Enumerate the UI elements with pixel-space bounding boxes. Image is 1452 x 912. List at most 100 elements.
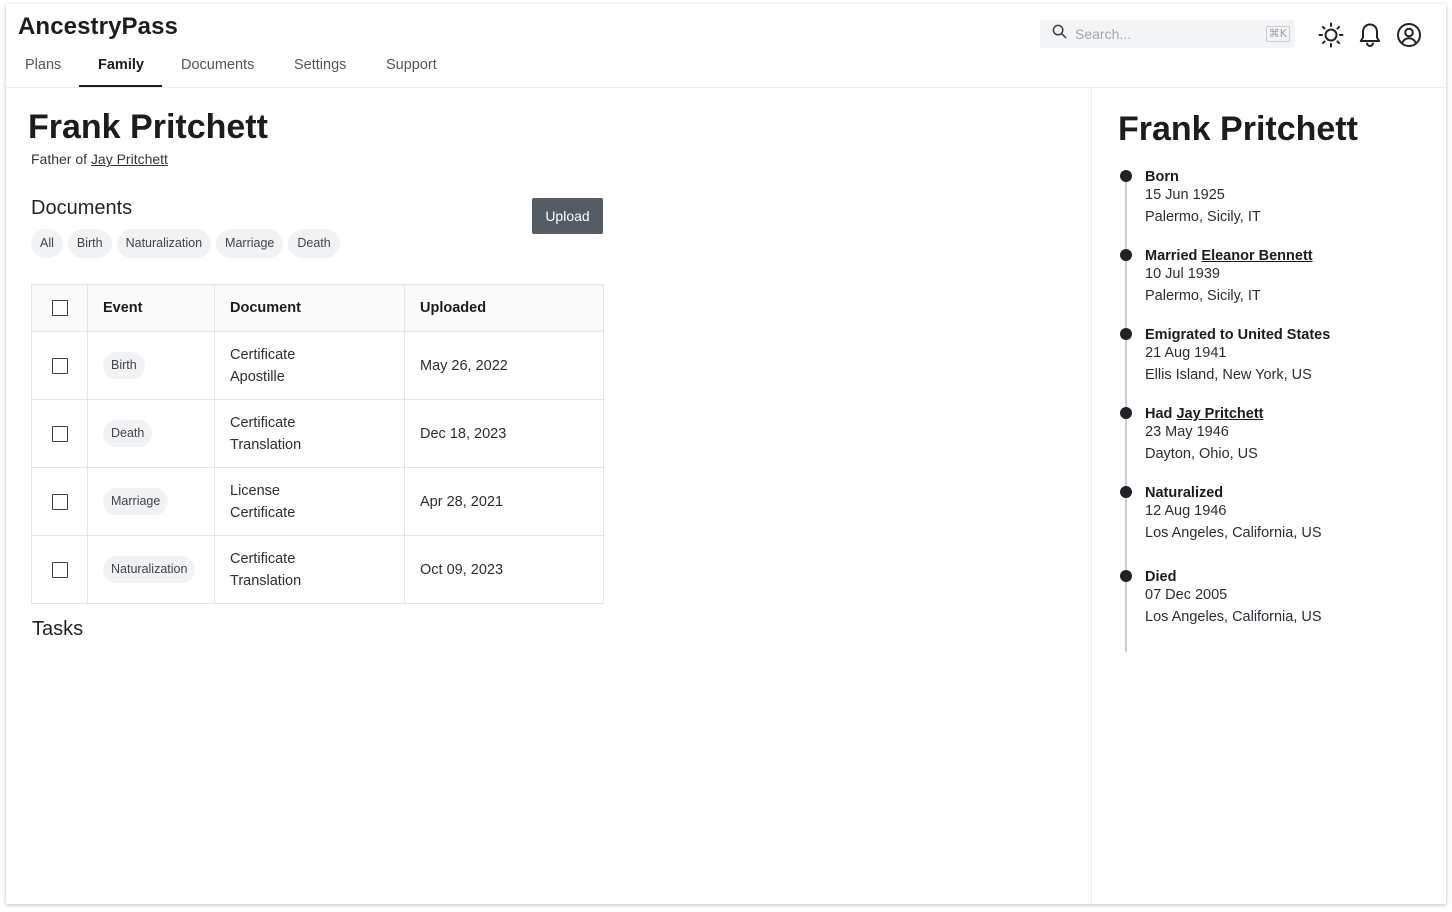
document-type[interactable]: License bbox=[230, 480, 404, 502]
event-date: 10 Jul 1939 bbox=[1145, 266, 1220, 282]
timeline-dot bbox=[1120, 249, 1132, 261]
tab-family[interactable]: Family bbox=[79, 54, 162, 88]
event-cell: Naturalization bbox=[87, 535, 215, 604]
document-type[interactable]: Certificate bbox=[230, 344, 404, 366]
event-badge: Naturalization bbox=[103, 556, 196, 583]
table-row[interactable]: Naturalization Certificate Translation Oc… bbox=[31, 535, 604, 604]
event-place: Dayton, Ohio, US bbox=[1145, 446, 1258, 462]
table-row[interactable]: Death Certificate Translation Dec 18, 202… bbox=[31, 399, 604, 468]
document-cell: Certificate Translation bbox=[214, 399, 405, 468]
tab-plans[interactable]: Plans bbox=[25, 54, 61, 88]
uploaded-date: Oct 09, 2023 bbox=[404, 535, 604, 604]
child-link[interactable]: Jay Pritchett bbox=[1176, 406, 1263, 422]
row-select-cell bbox=[31, 535, 88, 604]
event-badge: Marriage bbox=[103, 488, 169, 515]
event-title: Naturalized bbox=[1145, 485, 1224, 501]
bell-icon[interactable] bbox=[1356, 21, 1384, 49]
event-place: Palermo, Sicily, IT bbox=[1145, 209, 1261, 225]
column-header-document[interactable]: Document bbox=[214, 284, 405, 332]
event-date: 07 Dec 2005 bbox=[1145, 587, 1228, 603]
document-type[interactable]: Translation bbox=[230, 570, 404, 592]
row-checkbox[interactable] bbox=[51, 357, 68, 374]
event-title: Married bbox=[1145, 248, 1198, 264]
select-all-cell bbox=[31, 284, 88, 332]
tab-support[interactable]: Support bbox=[386, 54, 442, 88]
uploaded-date: Dec 18, 2023 bbox=[404, 399, 604, 468]
user-circle-icon[interactable] bbox=[1395, 21, 1423, 49]
table-row[interactable]: Marriage License Certificate Apr 28, 2021 bbox=[31, 467, 604, 536]
row-select-cell bbox=[31, 467, 88, 536]
document-cell: Certificate Apostille bbox=[214, 331, 405, 400]
event-date: 15 Jun 1925 bbox=[1145, 187, 1225, 203]
timeline-dot bbox=[1120, 407, 1132, 419]
document-type[interactable]: Certificate bbox=[230, 412, 404, 434]
row-select-cell bbox=[31, 331, 88, 400]
column-header-event[interactable]: Event bbox=[87, 284, 215, 332]
filter-chip-marriage[interactable]: Marriage bbox=[216, 229, 284, 258]
event-date: 23 May 1946 bbox=[1145, 424, 1229, 440]
filter-chip-birth[interactable]: Birth bbox=[67, 229, 112, 258]
document-type[interactable]: Apostille bbox=[230, 366, 404, 388]
event-place: Los Angeles, California, US bbox=[1145, 609, 1322, 625]
upload-button[interactable]: Upload bbox=[532, 198, 603, 234]
header-divider bbox=[6, 87, 1446, 88]
event-title: Had bbox=[1145, 406, 1173, 422]
document-type[interactable]: Certificate bbox=[230, 502, 404, 524]
filter-chip-all[interactable]: All bbox=[31, 229, 63, 258]
event-cell: Marriage bbox=[87, 467, 215, 536]
row-checkbox[interactable] bbox=[51, 493, 68, 510]
event-title: Died bbox=[1145, 569, 1177, 585]
relation-text: Father of Jay Pritchett bbox=[31, 151, 168, 167]
event-place: Ellis Island, New York, US bbox=[1145, 367, 1312, 383]
filter-chip-death[interactable]: Death bbox=[288, 229, 340, 258]
event-title: Emigrated to United States bbox=[1145, 327, 1331, 343]
document-cell: License Certificate bbox=[214, 467, 405, 536]
timeline-dot bbox=[1120, 486, 1132, 498]
column-header-uploaded[interactable]: Uploaded bbox=[404, 284, 604, 332]
event-place: Palermo, Sicily, IT bbox=[1145, 288, 1261, 304]
row-select-cell bbox=[31, 399, 88, 468]
search-shortcut: ⌘K bbox=[1265, 26, 1290, 42]
document-cell: Certificate Translation bbox=[214, 535, 405, 604]
table-row[interactable]: Birth Certificate Apostille May 26, 2022 bbox=[31, 331, 604, 400]
event-date: 21 Aug 1941 bbox=[1145, 345, 1227, 361]
document-type[interactable]: Translation bbox=[230, 434, 404, 456]
filter-chip-naturalization[interactable]: Naturalization bbox=[116, 229, 212, 258]
timeline-person-name: Frank Pritchett bbox=[1118, 110, 1358, 148]
row-checkbox[interactable] bbox=[51, 561, 68, 578]
uploaded-date: Apr 28, 2021 bbox=[404, 467, 604, 536]
main-nav: Plans Family Documents Settings Support bbox=[6, 54, 442, 88]
table-header-row: Event Document Uploaded bbox=[31, 284, 604, 332]
event-badge: Birth bbox=[103, 352, 145, 379]
documents-table: Event Document Uploaded Birth Certificat… bbox=[31, 284, 604, 604]
life-timeline: Born 15 Jun 1925 Palermo, Sicily, IT Mar… bbox=[1118, 168, 1428, 652]
select-all-checkbox[interactable] bbox=[51, 300, 68, 317]
search-icon bbox=[1052, 24, 1067, 44]
spouse-link[interactable]: Eleanor Bennett bbox=[1201, 248, 1312, 264]
app-logo[interactable]: AncestryPass bbox=[18, 13, 178, 41]
document-type[interactable]: Certificate bbox=[230, 548, 404, 570]
uploaded-date: May 26, 2022 bbox=[404, 331, 604, 400]
tasks-heading: Tasks bbox=[32, 618, 84, 640]
sun-icon[interactable] bbox=[1317, 21, 1345, 49]
panel-divider bbox=[1091, 88, 1092, 904]
page-title: Frank Pritchett bbox=[28, 108, 268, 146]
search-input[interactable] bbox=[1075, 26, 1255, 42]
relation-link[interactable]: Jay Pritchett bbox=[91, 151, 168, 167]
event-date: 12 Aug 1946 bbox=[1145, 503, 1227, 519]
app-window: AncestryPass Plans Family Documents Sett… bbox=[6, 4, 1446, 904]
event-place: Los Angeles, California, US bbox=[1145, 525, 1322, 541]
timeline-dot bbox=[1120, 570, 1132, 582]
event-badge: Death bbox=[103, 420, 153, 447]
timeline-dot bbox=[1120, 170, 1132, 182]
event-title: Born bbox=[1145, 169, 1179, 185]
timeline-dot bbox=[1120, 328, 1132, 340]
document-filters: All Birth Naturalization Marriage Death bbox=[31, 229, 340, 258]
row-checkbox[interactable] bbox=[51, 425, 68, 442]
documents-heading: Documents bbox=[31, 197, 133, 219]
relation-prefix: Father of bbox=[31, 151, 88, 167]
tab-settings[interactable]: Settings bbox=[294, 54, 351, 88]
event-cell: Birth bbox=[87, 331, 215, 400]
search-box[interactable]: ⌘K bbox=[1040, 20, 1295, 48]
tab-documents[interactable]: Documents bbox=[181, 54, 261, 88]
